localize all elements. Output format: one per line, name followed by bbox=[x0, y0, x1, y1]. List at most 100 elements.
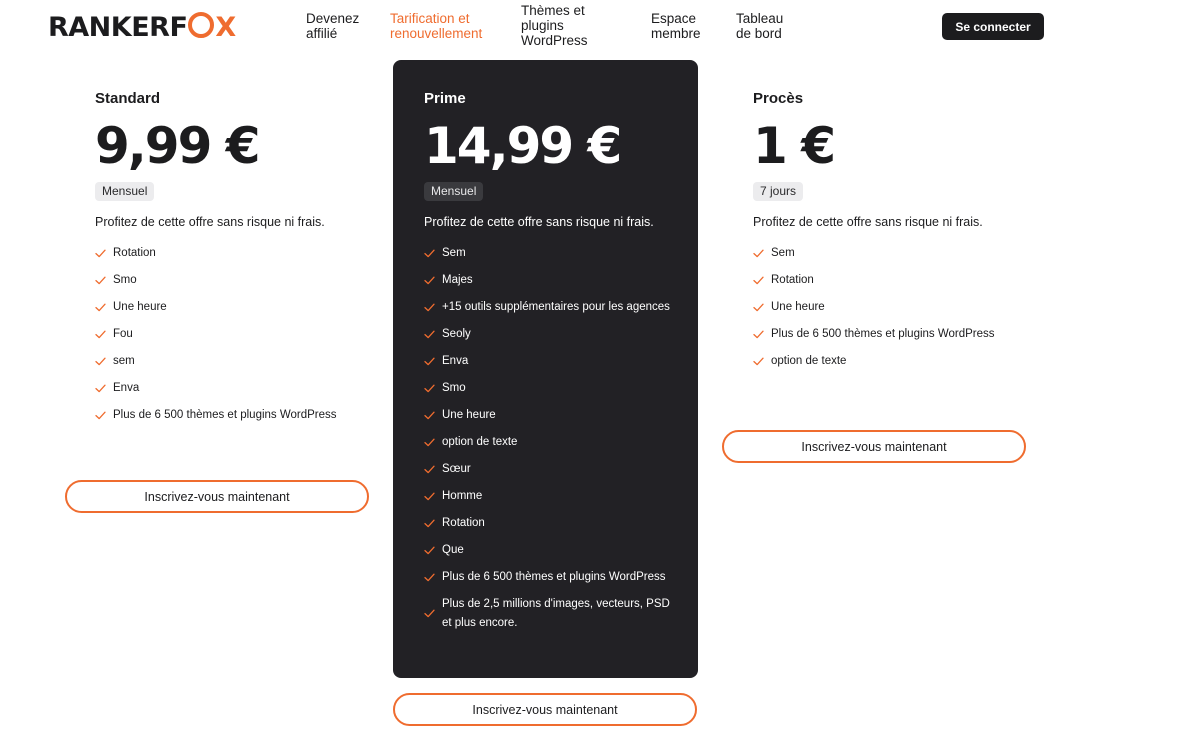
feature-label: Fou bbox=[113, 328, 133, 340]
feature-item: Plus de 2,5 millions d'images, vecteurs,… bbox=[424, 595, 682, 633]
check-icon bbox=[95, 248, 106, 259]
check-icon bbox=[95, 302, 106, 313]
feature-label: Rotation bbox=[113, 247, 156, 259]
check-icon bbox=[95, 275, 106, 286]
feature-list: Sem Rotation Une heure Plus de 6 500 thèmes… bbox=[753, 244, 1011, 371]
plan-description: Profitez de cette offre sans risque ni f… bbox=[753, 215, 983, 229]
check-icon bbox=[424, 545, 435, 556]
feature-item: Plus de 6 500 thèmes et plugins WordPres… bbox=[753, 325, 1011, 344]
feature-item: option de texte bbox=[424, 433, 682, 452]
check-icon bbox=[424, 572, 435, 583]
plan-card-prime: Prime 14,99 € Mensuel Profitez de cette … bbox=[393, 60, 698, 678]
feature-item: Majes bbox=[424, 271, 682, 290]
feature-item: Rotation bbox=[753, 271, 1011, 290]
check-icon bbox=[424, 248, 435, 259]
check-icon bbox=[753, 275, 764, 286]
feature-label: Une heure bbox=[113, 301, 167, 313]
feature-label: Plus de 2,5 millions d'images, vecteurs,… bbox=[442, 598, 670, 629]
plan-price: 14,99 € bbox=[424, 117, 622, 175]
check-icon bbox=[95, 383, 106, 394]
check-icon bbox=[424, 302, 435, 313]
feature-label: Sem bbox=[442, 247, 466, 259]
feature-item: Une heure bbox=[95, 298, 353, 317]
feature-label: Plus de 6 500 thèmes et plugins WordPres… bbox=[442, 571, 666, 583]
feature-label: Majes bbox=[442, 274, 473, 286]
check-icon bbox=[95, 356, 106, 367]
feature-item: Une heure bbox=[753, 298, 1011, 317]
feature-label: Smo bbox=[442, 382, 466, 394]
feature-item: Homme bbox=[424, 487, 682, 506]
feature-label: option de texte bbox=[442, 436, 518, 448]
feature-label: Enva bbox=[442, 355, 469, 367]
feature-item: sem bbox=[95, 352, 353, 371]
feature-item: Fou bbox=[95, 325, 353, 344]
plan-name: Standard bbox=[95, 90, 161, 107]
check-icon bbox=[424, 437, 435, 448]
plan-description: Profitez de cette offre sans risque ni f… bbox=[95, 215, 325, 229]
check-icon bbox=[424, 608, 435, 619]
feature-item: Smo bbox=[95, 271, 353, 290]
feature-item: Enva bbox=[424, 352, 682, 371]
check-icon bbox=[95, 329, 106, 340]
signup-button-trial[interactable]: Inscrivez-vous maintenant bbox=[722, 430, 1026, 463]
feature-item: Sœur bbox=[424, 460, 682, 479]
check-icon bbox=[424, 410, 435, 421]
plan-name: Prime bbox=[424, 90, 466, 107]
feature-label: option de texte bbox=[771, 355, 847, 367]
plan-period-badge: Mensuel bbox=[95, 182, 155, 201]
feature-label: Plus de 6 500 thèmes et plugins WordPres… bbox=[113, 409, 337, 421]
nav-item-themes-plugins[interactable]: Thèmes et plugins WordPress bbox=[521, 3, 601, 48]
plan-price: 1 € bbox=[753, 117, 836, 175]
feature-label: Que bbox=[442, 544, 464, 556]
check-icon bbox=[95, 410, 106, 421]
feature-item: Seoly bbox=[424, 325, 682, 344]
check-icon bbox=[753, 302, 764, 313]
plan-price: 9,99 € bbox=[95, 117, 261, 175]
signup-button-prime[interactable]: Inscrivez-vous maintenant bbox=[393, 693, 697, 726]
feature-item: Rotation bbox=[424, 514, 682, 533]
plan-period-badge: 7 jours bbox=[753, 182, 804, 201]
feature-label: Smo bbox=[113, 274, 137, 286]
feature-label: Rotation bbox=[771, 274, 814, 286]
nav-item-affiliate[interactable]: Devenez affilié bbox=[306, 11, 376, 41]
feature-item: option de texte bbox=[753, 352, 1011, 371]
feature-item: Sem bbox=[424, 244, 682, 263]
feature-label: Plus de 6 500 thèmes et plugins WordPres… bbox=[771, 328, 995, 340]
feature-item: Enva bbox=[95, 379, 353, 398]
check-icon bbox=[424, 491, 435, 502]
check-icon bbox=[424, 464, 435, 475]
login-button[interactable]: Se connecter bbox=[942, 13, 1044, 40]
signup-button-standard[interactable]: Inscrivez-vous maintenant bbox=[65, 480, 369, 513]
feature-item: Smo bbox=[424, 379, 682, 398]
plan-name: Procès bbox=[753, 90, 804, 107]
check-icon bbox=[424, 329, 435, 340]
plan-period-badge: Mensuel bbox=[424, 182, 484, 201]
check-icon bbox=[424, 383, 435, 394]
feature-list: Rotation Smo Une heure Fou sem Enva Plus de 6 … bbox=[95, 244, 353, 425]
nav-item-pricing[interactable]: Tarification et renouvellement bbox=[390, 11, 505, 41]
feature-list: Sem Majes +15 outils supplémentaires pour … bbox=[424, 244, 682, 633]
feature-label: Sœur bbox=[442, 463, 471, 475]
feature-label: sem bbox=[113, 355, 135, 367]
feature-item: Plus de 6 500 thèmes et plugins WordPres… bbox=[424, 568, 682, 587]
feature-label: Seoly bbox=[442, 328, 471, 340]
feature-label: Une heure bbox=[442, 409, 496, 421]
feature-label: Rotation bbox=[442, 517, 485, 529]
feature-label: Sem bbox=[771, 247, 795, 259]
feature-item: Sem bbox=[753, 244, 1011, 263]
check-icon bbox=[424, 518, 435, 529]
feature-label: +15 outils supplémentaires pour les agen… bbox=[442, 301, 670, 313]
check-icon bbox=[424, 356, 435, 367]
feature-item: Une heure bbox=[424, 406, 682, 425]
feature-item: Plus de 6 500 thèmes et plugins WordPres… bbox=[95, 406, 353, 425]
feature-label: Enva bbox=[113, 382, 140, 394]
nav-item-dashboard[interactable]: Tableau de bord bbox=[736, 11, 806, 41]
nav-item-member-area[interactable]: Espace membre bbox=[651, 11, 721, 41]
check-icon bbox=[424, 275, 435, 286]
feature-label: Homme bbox=[442, 490, 483, 502]
feature-item: Que bbox=[424, 541, 682, 560]
check-icon bbox=[753, 248, 764, 259]
feature-label: Une heure bbox=[771, 301, 825, 313]
plan-description: Profitez de cette offre sans risque ni f… bbox=[424, 215, 654, 229]
feature-item: +15 outils supplémentaires pour les agen… bbox=[424, 298, 682, 317]
